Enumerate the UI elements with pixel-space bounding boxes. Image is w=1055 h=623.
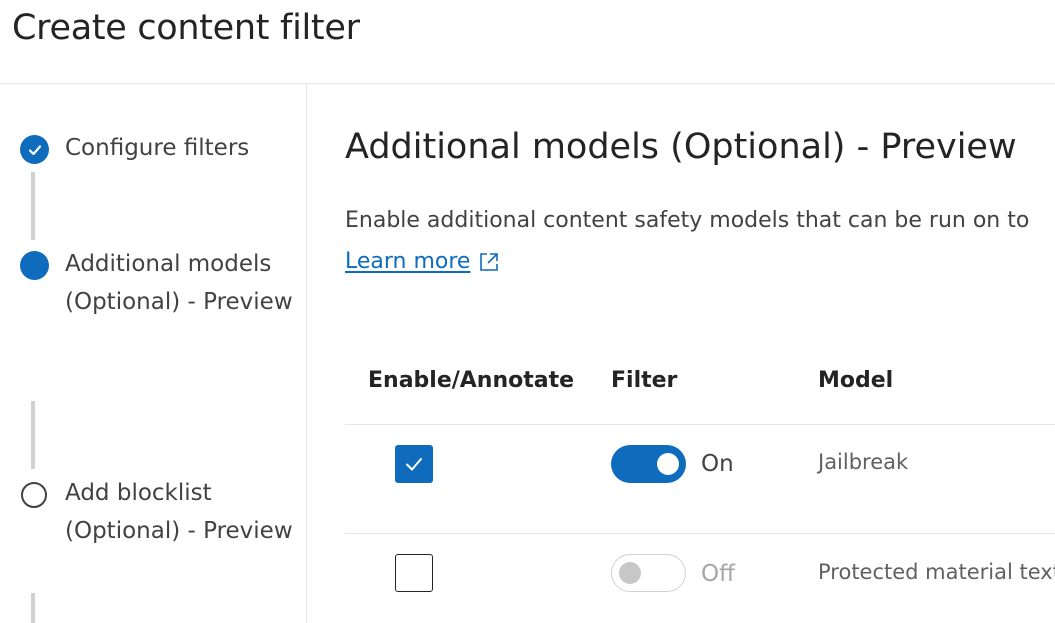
row-divider: [345, 533, 1055, 534]
filter-state-jailbreak: On: [701, 451, 734, 477]
check-circle-icon: [20, 135, 49, 164]
page-title: Create content filter: [12, 8, 360, 48]
section-title: Additional models (Optional) - Preview: [345, 127, 1017, 167]
filter-state-protected-material: Off: [701, 561, 735, 587]
table-divider: [345, 424, 1055, 425]
section-description: Enable additional content safety models …: [345, 208, 1030, 233]
filled-circle-icon: [20, 251, 49, 280]
learn-more-label: Learn more: [345, 249, 471, 274]
enable-checkbox-protected-material[interactable]: [395, 554, 433, 592]
open-external-icon: [480, 252, 499, 271]
enable-checkbox-jailbreak[interactable]: [395, 445, 433, 483]
filter-toggle-protected-material[interactable]: [611, 554, 686, 592]
step-connector: [31, 401, 35, 469]
toggle-knob: [657, 453, 679, 475]
sidebar-divider: [306, 84, 307, 623]
column-header-filter: Filter: [611, 368, 678, 393]
model-name-jailbreak: Jailbreak: [818, 450, 909, 474]
empty-circle-icon: [21, 482, 47, 508]
model-name-protected-material: Protected material text: [818, 560, 1055, 584]
step-connector: [31, 593, 35, 623]
header-divider: [0, 83, 1055, 84]
column-header-model: Model: [818, 368, 894, 393]
step-connector: [31, 172, 35, 240]
filter-toggle-jailbreak[interactable]: [611, 445, 686, 483]
step-additional-models[interactable]: Additional models (Optional) - Preview: [65, 246, 295, 321]
column-header-enable: Enable/Annotate: [368, 368, 575, 393]
checkmark-icon: [406, 458, 422, 471]
learn-more-link[interactable]: Learn more: [345, 249, 500, 274]
step-configure-filters[interactable]: Configure filters: [65, 130, 295, 168]
toggle-knob: [619, 562, 641, 584]
step-add-blocklist[interactable]: Add blocklist (Optional) - Preview: [65, 475, 295, 550]
